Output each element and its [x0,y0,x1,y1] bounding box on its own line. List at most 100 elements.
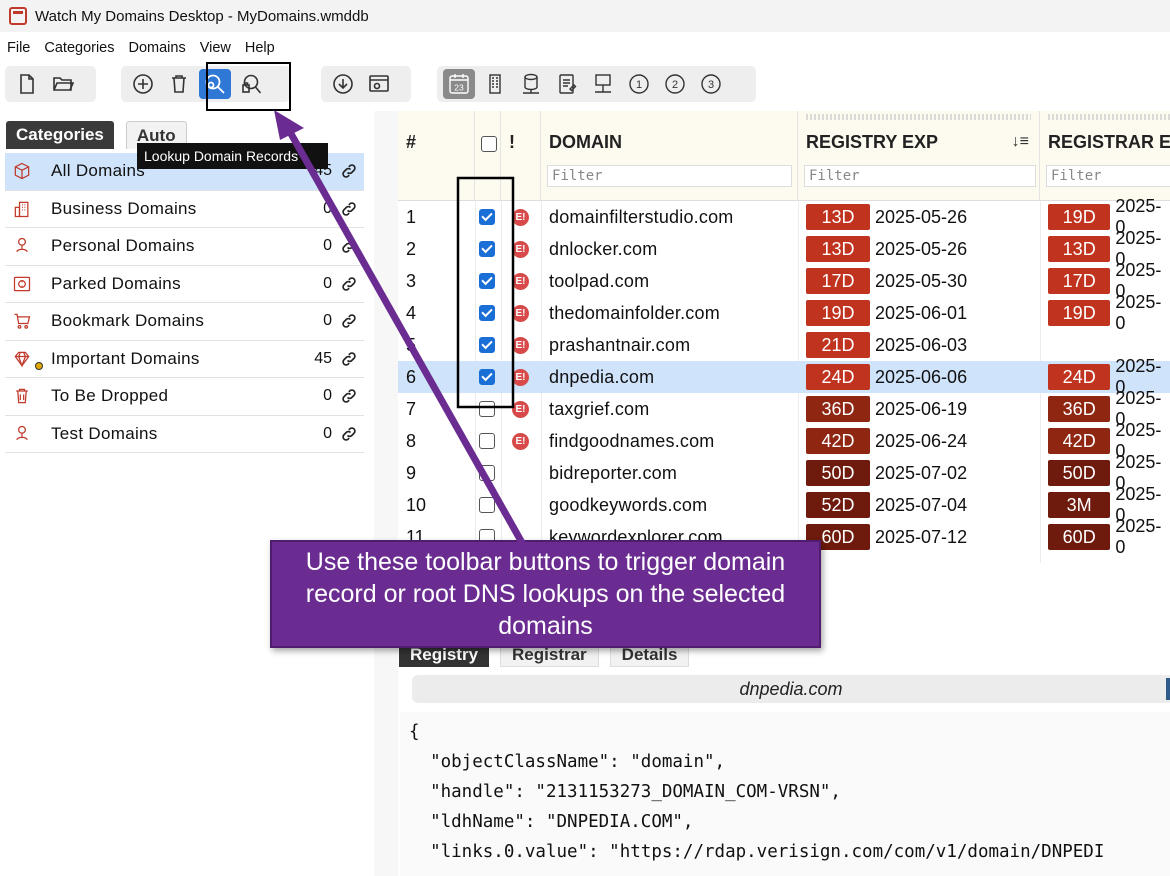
table-row[interactable]: 6 E! dnpedia.com 24D 2025-06-06 24D 2025-0 [398,356,1170,397]
domain-filter-input[interactable]: Filter [547,165,792,187]
header-warn-label: ! [509,132,515,152]
registry-exp-cell: 21D 2025-06-03 [806,329,967,361]
tab-categories[interactable]: Categories [6,121,114,149]
table-row[interactable]: 8 E! findgoodnames.com 42D 2025-06-24 42D 2025… [398,420,1170,461]
link-icon[interactable] [340,312,358,330]
days-remaining-badge: 13D [1048,236,1111,262]
json-line: "links.0.value": "https://rdap.verisign.… [409,842,1105,862]
view-1-button[interactable]: 1 [623,69,655,99]
calendar-view-button[interactable]: 23 [443,69,475,99]
row-checkbox[interactable] [479,433,495,449]
expiry-date: 2025-0 [1115,292,1162,333]
registry-exp-filter-input[interactable]: Filter [804,165,1036,187]
header-select-all[interactable] [475,111,501,201]
open-folder-icon [53,77,75,91]
link-icon[interactable] [340,350,358,368]
header-registry-exp[interactable]: REGISTRY EXP ↓≡ Filter [798,111,1040,201]
building-view-button[interactable] [479,69,511,99]
delete-domain-button[interactable] [163,69,195,99]
sort-descending-icon[interactable]: ↓≡ [1012,133,1029,151]
registrar-exp-filter-input[interactable]: Filter [1046,165,1170,187]
header-num[interactable]: # [398,111,475,201]
expiry-date: 2025-06-03 [875,334,968,355]
days-remaining-badge: 13D [806,204,870,230]
menu-domains[interactable]: Domains [122,40,193,56]
table-row[interactable]: 4 E! thedomainfolder.com 19D 2025-06-01 19D 20… [398,292,1170,333]
days-remaining-badge: 50D [1048,460,1111,486]
category-row-important-domains[interactable]: Important Domains 45 [5,341,364,378]
expiry-date: 2025-06-01 [875,302,968,323]
link-icon[interactable] [340,162,358,180]
domain-name: prashantnair.com [549,334,691,355]
json-line: "handle": "2131153273_DOMAIN_COM-VRSN", [409,782,841,802]
row-checkbox[interactable] [479,305,495,321]
category-row-to-be-dropped[interactable]: To Be Dropped 0 [5,378,364,416]
days-remaining-badge: 42D [1048,428,1111,454]
category-row-parked-domains[interactable]: Parked Domains 0 [5,266,364,303]
row-checkbox-cell [479,201,495,233]
new-file-button[interactable] [11,69,43,99]
person-icon [11,423,33,445]
add-domain-button[interactable] [127,69,159,99]
row-checkbox[interactable] [479,497,495,513]
table-row[interactable]: 1 E! domainfilterstudio.com 13D 2025-05-26 19… [398,196,1170,237]
download-button[interactable] [327,69,359,99]
row-checkbox[interactable] [479,465,495,481]
row-checkbox-cell [479,489,495,521]
header-domain-label: DOMAIN [549,132,622,152]
domain-name: findgoodnames.com [549,430,715,451]
toolbar: 23 1 2 3 [0,66,1170,104]
row-checkbox[interactable] [479,209,495,225]
table-row[interactable]: 3 E! toolpad.com 17D 2025-05-30 17D 2025-0 [398,260,1170,301]
view-2-icon: 2 [665,74,685,94]
view-3-button[interactable]: 3 [695,69,727,99]
select-all-checkbox[interactable] [481,136,497,152]
warning-cell: E! [512,201,529,233]
warning-cell: E! [512,425,529,457]
table-row[interactable]: 10 goodkeywords.com 52D 2025-07-04 3M 2025-0 [398,484,1170,525]
view-2-button[interactable]: 2 [659,69,691,99]
link-icon[interactable] [340,200,358,218]
menu-view[interactable]: View [193,40,238,56]
table-row[interactable]: 7 E! taxgrief.com 36D 2025-06-19 36D 2025-0 [398,388,1170,429]
row-checkbox[interactable] [479,401,495,417]
header-warn[interactable]: ! [501,111,541,201]
link-icon[interactable] [340,275,358,293]
database-view-button[interactable] [515,69,547,99]
diamond-icon [11,348,33,370]
json-line: "ldhName": "DNPEDIA.COM", [409,812,694,832]
network-view-button[interactable] [587,69,619,99]
network-icon [595,74,611,93]
link-icon[interactable] [340,237,358,255]
panel-splitter[interactable] [374,111,398,876]
registry-exp-cell: 36D 2025-06-19 [806,393,967,425]
open-file-button[interactable] [47,69,79,99]
category-row-business-domains[interactable]: Business Domains 0 [5,191,364,228]
row-checkbox[interactable] [479,369,495,385]
menu-categories[interactable]: Categories [37,40,121,56]
table-row[interactable]: 2 E! dnlocker.com 13D 2025-05-26 13D 2025-0 [398,228,1170,269]
link-icon[interactable] [340,387,358,405]
domain-name: bidreporter.com [549,462,678,483]
table-row[interactable]: 5 E! prashantnair.com 21D 2025-06-03 [398,329,1170,361]
category-row-personal-domains[interactable]: Personal Domains 0 [5,228,364,266]
menu-file[interactable]: File [0,40,37,56]
notes-view-button[interactable] [551,69,583,99]
database-icon [523,73,539,94]
row-checkbox[interactable] [479,337,495,353]
category-row-bookmark-domains[interactable]: Bookmark Domains 0 [5,303,364,341]
row-checkbox-cell [479,265,495,297]
days-remaining-badge: 19D [806,300,870,326]
category-row-test-domains[interactable]: Test Domains 0 [5,416,364,453]
header-registrar-exp[interactable]: REGISTRAR E Filter [1040,111,1170,201]
link-icon[interactable] [340,425,358,443]
settings-window-button[interactable] [363,69,395,99]
registry-exp-cell: 24D 2025-06-06 [806,361,967,393]
category-label: Bookmark Domains [51,311,205,331]
menu-help[interactable]: Help [238,40,282,56]
delete-icon [172,75,186,93]
table-row[interactable]: 9 bidreporter.com 50D 2025-07-02 50D 2025-0 [398,452,1170,493]
row-checkbox[interactable] [479,273,495,289]
header-domain[interactable]: DOMAIN Filter [541,111,798,201]
row-checkbox[interactable] [479,241,495,257]
